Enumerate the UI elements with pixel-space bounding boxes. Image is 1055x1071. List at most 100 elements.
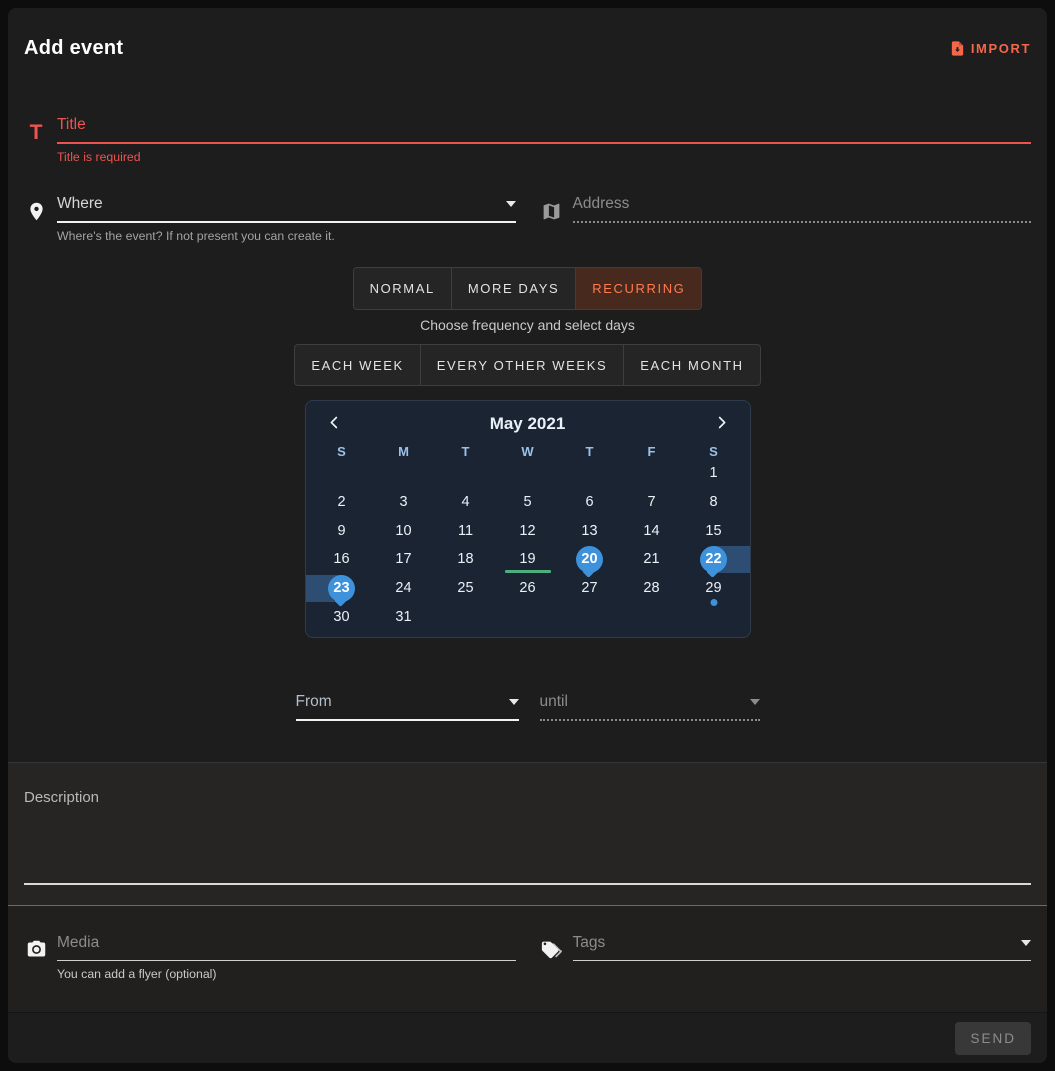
calendar-day-9[interactable]: 9	[311, 516, 373, 545]
map-icon	[540, 199, 564, 223]
calendar-day-10[interactable]: 10	[373, 516, 435, 545]
tags-icon	[540, 937, 564, 961]
calendar-day-6[interactable]: 6	[559, 488, 621, 517]
weekday-label: W	[497, 444, 559, 459]
calendar-empty-cell	[559, 602, 621, 631]
calendar-day-11[interactable]: 11	[435, 516, 497, 545]
calendar-day-14[interactable]: 14	[621, 516, 683, 545]
calendar-day-22[interactable]: 22	[683, 545, 745, 574]
calendar-day-21[interactable]: 21	[621, 545, 683, 574]
dialog-footer: SEND	[8, 1012, 1047, 1063]
selected-day-badge: 23	[328, 575, 355, 602]
calendar-day-18[interactable]: 18	[435, 545, 497, 574]
where-column: Where Where's the event? If not present …	[24, 195, 516, 243]
time-row: From until	[24, 693, 1031, 721]
from-select[interactable]: From	[296, 693, 519, 721]
calendar-grid: 1234567891011121314151617181920212223242…	[311, 459, 745, 631]
calendar-day-3[interactable]: 3	[373, 488, 435, 517]
day-number: 24	[395, 580, 411, 596]
frequency-each-month[interactable]: EACH MONTH	[624, 344, 760, 386]
day-number: 26	[519, 580, 535, 596]
frequency-every-other-weeks[interactable]: EVERY OTHER WEEKS	[421, 344, 624, 386]
calendar-header: May 2021	[311, 411, 745, 435]
weekday-label: S	[311, 444, 373, 459]
day-number: 25	[457, 580, 473, 596]
calendar-empty-cell	[683, 602, 745, 631]
weekday-label: T	[435, 444, 497, 459]
until-placeholder: until	[540, 693, 568, 711]
day-number: 15	[705, 523, 721, 539]
weekday-label: F	[621, 444, 683, 459]
chevron-down-icon	[1021, 940, 1031, 946]
calendar: May 2021 SMTWTFS 12345678910111213141516…	[305, 400, 751, 638]
page-title: Add event	[24, 37, 123, 60]
day-number: 27	[581, 580, 597, 596]
tags-placeholder: Tags	[573, 934, 606, 952]
calendar-day-25[interactable]: 25	[435, 574, 497, 603]
calendar-day-5[interactable]: 5	[497, 488, 559, 517]
day-number: 12	[519, 523, 535, 539]
title-input[interactable]: Title	[57, 116, 1031, 144]
location-row: Where Where's the event? If not present …	[24, 195, 1031, 243]
camera-icon	[24, 937, 48, 961]
calendar-prev-button[interactable]	[325, 413, 344, 435]
calendar-empty-cell	[497, 459, 559, 488]
media-input[interactable]: Media	[57, 934, 516, 961]
media-column: Media You can add a flyer (optional)	[24, 934, 516, 981]
calendar-day-7[interactable]: 7	[621, 488, 683, 517]
event-type-tabs: NORMALMORE DAYSRECURRING	[24, 267, 1031, 310]
where-select[interactable]: Where	[57, 195, 516, 223]
calendar-day-4[interactable]: 4	[435, 488, 497, 517]
calendar-day-23[interactable]: 23	[311, 574, 373, 603]
dialog-header: Add event IMPORT	[24, 36, 1031, 60]
tab-recurring[interactable]: RECURRING	[576, 267, 702, 310]
title-placeholder: Title	[57, 116, 86, 134]
from-placeholder: From	[296, 693, 332, 711]
calendar-empty-cell	[435, 602, 497, 631]
day-number: 16	[333, 551, 349, 567]
calendar-day-17[interactable]: 17	[373, 545, 435, 574]
day-number: 1	[709, 465, 717, 481]
calendar-day-2[interactable]: 2	[311, 488, 373, 517]
calendar-day-31[interactable]: 31	[373, 602, 435, 631]
import-button[interactable]: IMPORT	[949, 40, 1031, 57]
calendar-day-27[interactable]: 27	[559, 574, 621, 603]
day-number: 17	[395, 551, 411, 567]
calendar-day-12[interactable]: 12	[497, 516, 559, 545]
calendar-day-8[interactable]: 8	[683, 488, 745, 517]
chevron-left-icon	[327, 415, 342, 433]
calendar-day-1[interactable]: 1	[683, 459, 745, 488]
send-button[interactable]: SEND	[955, 1022, 1031, 1055]
calendar-day-15[interactable]: 15	[683, 516, 745, 545]
calendar-day-24[interactable]: 24	[373, 574, 435, 603]
address-input[interactable]: Address	[573, 195, 1032, 223]
day-number: 3	[399, 494, 407, 510]
description-input[interactable]	[24, 806, 1031, 885]
calendar-empty-cell	[621, 602, 683, 631]
calendar-day-19[interactable]: 19	[497, 545, 559, 574]
calendar-day-13[interactable]: 13	[559, 516, 621, 545]
day-number: 18	[457, 551, 473, 567]
day-number: 21	[643, 551, 659, 567]
tab-normal[interactable]: NORMAL	[353, 267, 452, 310]
calendar-day-30[interactable]: 30	[311, 602, 373, 631]
calendar-day-29[interactable]: 29	[683, 574, 745, 603]
tags-select[interactable]: Tags	[573, 934, 1032, 961]
tab-more-days[interactable]: MORE DAYS	[452, 267, 576, 310]
until-select[interactable]: until	[540, 693, 760, 721]
title-icon: T	[24, 120, 48, 144]
where-placeholder: Where	[57, 195, 103, 213]
main-section: Add event IMPORT T Title	[8, 8, 1047, 762]
calendar-empty-cell	[311, 459, 373, 488]
calendar-next-button[interactable]	[712, 413, 731, 435]
event-dot-indicator	[710, 599, 717, 606]
calendar-day-16[interactable]: 16	[311, 545, 373, 574]
calendar-day-28[interactable]: 28	[621, 574, 683, 603]
calendar-day-26[interactable]: 26	[497, 574, 559, 603]
calendar-day-20[interactable]: 20	[559, 545, 621, 574]
description-section: Description	[8, 762, 1047, 905]
frequency-each-week[interactable]: EACH WEEK	[294, 344, 420, 386]
calendar-empty-cell	[497, 602, 559, 631]
add-event-dialog: Add event IMPORT T Title	[8, 8, 1047, 1063]
calendar-week-row: 3031	[311, 602, 745, 631]
